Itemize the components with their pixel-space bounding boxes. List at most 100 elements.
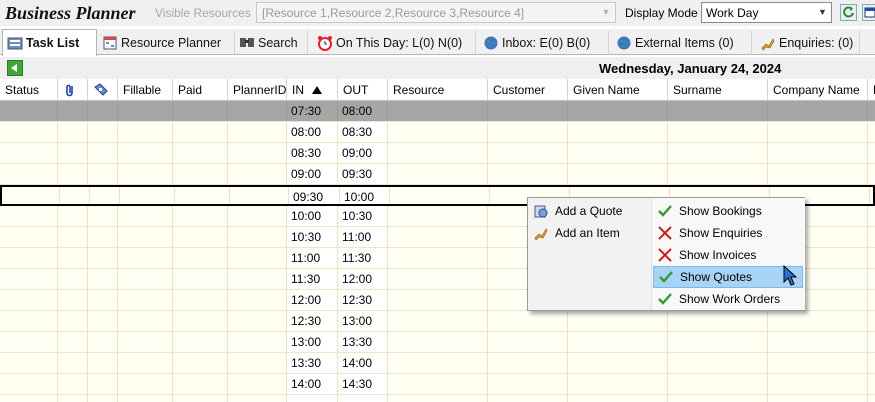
tab-inbox[interactable]: Inbox: E(0) B(0) xyxy=(479,31,609,55)
table-cell[interactable] xyxy=(488,143,568,163)
table-cell[interactable] xyxy=(668,101,768,121)
display-mode-select[interactable]: Work Day ▼ xyxy=(701,2,832,23)
table-cell[interactable] xyxy=(488,353,568,373)
cell-in-time[interactable]: 08:30 xyxy=(287,143,338,163)
column-header-resource[interactable]: Resource xyxy=(388,79,488,101)
table-cell[interactable] xyxy=(228,122,287,142)
table-cell[interactable] xyxy=(768,143,868,163)
cell-out-time[interactable]: 14:00 xyxy=(338,353,388,373)
column-header-attachment[interactable] xyxy=(58,79,88,101)
cell-out-time[interactable]: 09:00 xyxy=(338,143,388,163)
table-cell[interactable] xyxy=(0,311,58,331)
table-cell[interactable] xyxy=(118,374,173,394)
table-row[interactable]: 14:00 14:30 xyxy=(0,374,875,395)
menu-item-show-enquiries[interactable]: Show Enquiries xyxy=(653,222,805,244)
refresh-button[interactable] xyxy=(840,4,857,21)
table-cell[interactable] xyxy=(0,206,58,226)
cell-out-time[interactable] xyxy=(338,395,388,402)
table-cell[interactable] xyxy=(0,101,58,121)
table-cell[interactable] xyxy=(768,353,868,373)
table-cell[interactable] xyxy=(173,227,228,247)
table-cell[interactable] xyxy=(768,164,868,184)
cell-in-time[interactable]: 08:00 xyxy=(287,122,338,142)
table-cell[interactable] xyxy=(868,269,875,289)
table-cell[interactable] xyxy=(668,164,768,184)
table-cell[interactable] xyxy=(118,164,173,184)
table-cell[interactable] xyxy=(88,248,118,268)
column-header-status[interactable]: Status xyxy=(0,79,58,101)
table-cell[interactable] xyxy=(0,395,58,402)
table-cell[interactable] xyxy=(173,311,228,331)
table-cell[interactable] xyxy=(173,248,228,268)
table-cell[interactable] xyxy=(228,374,287,394)
table-cell[interactable] xyxy=(118,101,173,121)
cell-in-time[interactable]: 09:30 xyxy=(289,187,340,204)
table-cell[interactable] xyxy=(0,353,58,373)
cell-in-time[interactable]: 09:00 xyxy=(287,164,338,184)
table-cell[interactable] xyxy=(388,395,488,402)
table-cell[interactable] xyxy=(228,164,287,184)
menu-item-add-quote[interactable]: Add a Quote xyxy=(529,200,650,222)
table-cell[interactable] xyxy=(58,353,88,373)
table-cell[interactable] xyxy=(868,311,875,331)
table-cell[interactable] xyxy=(88,143,118,163)
table-cell[interactable] xyxy=(668,122,768,142)
table-cell[interactable] xyxy=(568,143,668,163)
table-cell[interactable] xyxy=(868,143,875,163)
tab-external-items[interactable]: External Items (0) xyxy=(612,31,752,55)
table-cell[interactable] xyxy=(88,206,118,226)
table-cell[interactable] xyxy=(173,164,228,184)
table-cell[interactable] xyxy=(58,332,88,352)
column-header-fillable[interactable]: Fillable xyxy=(118,79,173,101)
column-header-customer[interactable]: Customer xyxy=(488,79,568,101)
tab-enquiries[interactable]: Enquiries: (0) xyxy=(756,31,860,55)
table-cell[interactable] xyxy=(668,395,768,402)
table-cell[interactable] xyxy=(868,122,875,142)
table-cell[interactable] xyxy=(58,101,88,121)
table-cell[interactable] xyxy=(58,395,88,402)
cell-out-time[interactable]: 08:30 xyxy=(338,122,388,142)
table-cell[interactable] xyxy=(88,374,118,394)
table-cell[interactable] xyxy=(228,353,287,373)
column-header-planner-id[interactable]: PlannerID xyxy=(228,79,287,101)
table-cell[interactable] xyxy=(0,248,58,268)
table-cell[interactable] xyxy=(0,332,58,352)
cell-in-time[interactable]: 13:00 xyxy=(287,332,338,352)
table-cell[interactable] xyxy=(228,290,287,310)
tab-search[interactable]: Search xyxy=(235,31,308,55)
tab-task-list[interactable]: Task List xyxy=(2,29,97,56)
table-cell[interactable] xyxy=(868,374,875,394)
cell-in-time[interactable]: 12:00 xyxy=(287,290,338,310)
table-cell[interactable] xyxy=(388,269,488,289)
table-cell[interactable] xyxy=(228,248,287,268)
table-cell[interactable] xyxy=(228,143,287,163)
table-cell[interactable] xyxy=(173,332,228,352)
cell-out-time[interactable]: 10:30 xyxy=(338,206,388,226)
table-cell[interactable] xyxy=(118,269,173,289)
cell-out-time[interactable]: 13:00 xyxy=(338,311,388,331)
table-cell[interactable] xyxy=(173,101,228,121)
table-cell[interactable] xyxy=(668,374,768,394)
menu-item-add-item[interactable]: Add an Item xyxy=(529,222,650,244)
table-cell[interactable] xyxy=(118,395,173,402)
cell-in-time[interactable] xyxy=(287,395,338,402)
menu-item-show-work-orders[interactable]: Show Work Orders xyxy=(653,288,805,310)
table-cell[interactable] xyxy=(488,101,568,121)
table-cell[interactable] xyxy=(0,164,58,184)
table-cell[interactable] xyxy=(173,290,228,310)
table-cell[interactable] xyxy=(88,353,118,373)
table-cell[interactable] xyxy=(868,290,875,310)
cell-in-time[interactable]: 12:30 xyxy=(287,311,338,331)
table-cell[interactable] xyxy=(488,311,568,331)
table-cell[interactable] xyxy=(88,122,118,142)
table-cell[interactable] xyxy=(568,374,668,394)
table-cell[interactable] xyxy=(568,101,668,121)
table-cell[interactable] xyxy=(768,374,868,394)
table-cell[interactable] xyxy=(58,143,88,163)
table-cell[interactable] xyxy=(173,269,228,289)
cell-out-time[interactable]: 12:30 xyxy=(338,290,388,310)
table-cell[interactable] xyxy=(88,164,118,184)
table-cell[interactable] xyxy=(868,206,875,226)
table-row[interactable]: 08:00 08:30 xyxy=(0,122,875,143)
table-cell[interactable] xyxy=(568,332,668,352)
